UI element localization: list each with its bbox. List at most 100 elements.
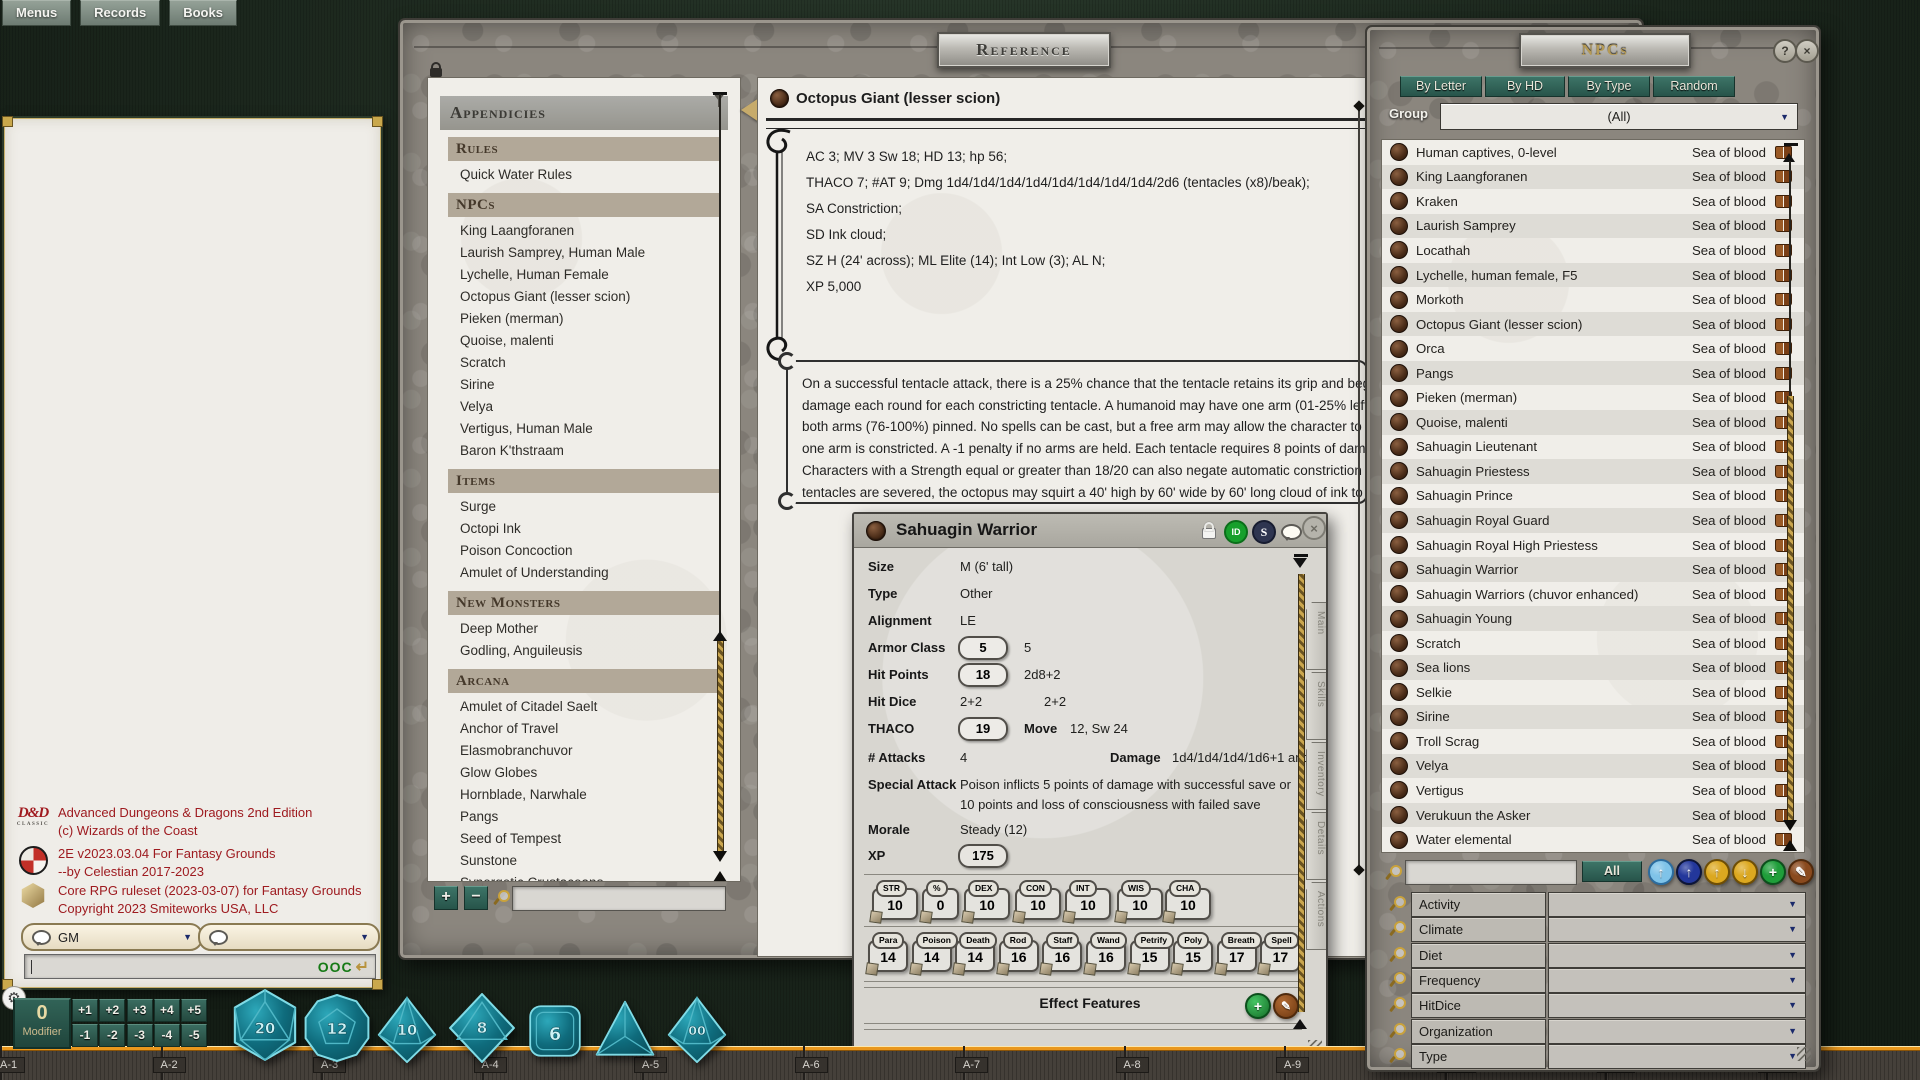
npc-list-row[interactable]: Sahuagin LieutenantSea of blood bbox=[1382, 435, 1804, 460]
sheet-tab-main[interactable]: Main bbox=[1306, 602, 1326, 670]
quick-mod-5[interactable]: +5 bbox=[181, 999, 207, 1022]
scroll-arrow-icon[interactable] bbox=[1353, 100, 1364, 111]
sheet-tab-skills[interactable]: Skills bbox=[1306, 672, 1326, 740]
share-badge[interactable]: S bbox=[1252, 520, 1276, 544]
sidebar-item-sirine[interactable]: Sirine bbox=[460, 374, 740, 396]
section-header-rules[interactable]: Rules bbox=[448, 137, 720, 161]
npc-list-row[interactable]: Sahuagin Warriors (chuvor enhanced)Sea o… bbox=[1382, 582, 1804, 607]
filter-dropdown-climate[interactable]: ▼ bbox=[1548, 917, 1806, 942]
npc-list-row[interactable]: Pieken (merman)Sea of blood bbox=[1382, 385, 1804, 410]
sheet-tab-actions[interactable]: Actions bbox=[1306, 882, 1326, 950]
sidebar-item-glow-globes[interactable]: Glow Globes bbox=[460, 762, 740, 784]
die-d100[interactable]: 00 bbox=[660, 996, 734, 1064]
close-icon[interactable]: × bbox=[1795, 39, 1819, 63]
chat-input[interactable]: OOC ↵ bbox=[24, 954, 376, 979]
sidebar-item-anchor-of-travel[interactable]: Anchor of Travel bbox=[460, 718, 740, 740]
save-box-petrify[interactable]: Petrify15 bbox=[1130, 940, 1170, 972]
close-icon[interactable]: × bbox=[1302, 516, 1326, 540]
sidebar-scrollbar[interactable] bbox=[719, 94, 721, 636]
zoom-out-button[interactable]: − bbox=[464, 886, 488, 910]
resize-grip[interactable] bbox=[1797, 1047, 1811, 1061]
language-dropdown[interactable]: ▼ bbox=[198, 923, 380, 951]
filter-dropdown-activity[interactable]: ▼ bbox=[1548, 892, 1806, 917]
sidebar-item-poison-concoction[interactable]: Poison Concoction bbox=[460, 540, 740, 562]
lock-icon[interactable] bbox=[430, 68, 442, 77]
ability-box-wis[interactable]: WIS10 bbox=[1117, 888, 1163, 920]
hit-points-box[interactable]: 18 bbox=[958, 663, 1008, 687]
id-badge[interactable]: ID bbox=[1224, 520, 1248, 544]
npc-list-row[interactable]: Sahuagin PriestessSea of blood bbox=[1382, 459, 1804, 484]
section-header-new-monsters[interactable]: New Monsters bbox=[448, 591, 720, 615]
die-d8[interactable]: 8 bbox=[446, 992, 518, 1064]
ability-box-int[interactable]: INT10 bbox=[1065, 888, 1111, 920]
section-header-npcs[interactable]: NPCs bbox=[448, 193, 720, 217]
armor-class-box[interactable]: 5 bbox=[958, 636, 1008, 660]
sidebar-item-baron-k-thstraam[interactable]: Baron K'thstraam bbox=[460, 440, 740, 462]
sidebar-item-octopus-giant-lesser-scion[interactable]: Octopus Giant (lesser scion) bbox=[460, 286, 740, 308]
sheet-tab-inventory[interactable]: Inventory bbox=[1306, 742, 1326, 810]
scroll-arrow-icon[interactable] bbox=[1353, 864, 1364, 875]
tab-by-type[interactable]: By Type bbox=[1568, 76, 1650, 97]
hotkey-slot-a-2[interactable]: A-2 bbox=[153, 1057, 186, 1073]
sidebar-item-surge[interactable]: Surge bbox=[460, 496, 740, 518]
npc-list-row[interactable]: PangsSea of blood bbox=[1382, 361, 1804, 386]
save-box-poly[interactable]: Poly15 bbox=[1173, 940, 1213, 972]
filter-dropdown-organization[interactable]: ▼ bbox=[1548, 1019, 1806, 1044]
ability-box-cha[interactable]: CHA10 bbox=[1165, 888, 1211, 920]
npc-list-row[interactable]: Sea lionsSea of blood bbox=[1382, 655, 1804, 680]
npc-list-row[interactable]: Sahuagin Royal High PriestessSea of bloo… bbox=[1382, 533, 1804, 558]
npc-list-row[interactable]: Sahuagin Royal GuardSea of blood bbox=[1382, 508, 1804, 533]
npc-list-row[interactable]: Lychelle, human female, F5Sea of blood bbox=[1382, 263, 1804, 288]
quick-mod-4[interactable]: +4 bbox=[154, 999, 180, 1022]
npc-list-row[interactable]: Water elementalSea of blood bbox=[1382, 827, 1804, 852]
sidebar-item-laurish-samprey-human-male[interactable]: Laurish Samprey, Human Male bbox=[460, 242, 740, 264]
tab-by-letter[interactable]: By Letter bbox=[1400, 76, 1482, 97]
npc-list-scroll-rope[interactable] bbox=[1787, 396, 1794, 820]
npc-list-row[interactable]: ScratchSea of blood bbox=[1382, 631, 1804, 656]
filter-dropdown-type[interactable]: ▼ bbox=[1548, 1044, 1806, 1069]
die-d12[interactable]: 12 bbox=[302, 992, 372, 1064]
hotkey-slot-a-6[interactable]: A-6 bbox=[795, 1057, 828, 1073]
die-d4[interactable] bbox=[592, 998, 658, 1062]
menu-button-menus[interactable]: Menus bbox=[2, 0, 71, 26]
npc-list-row[interactable]: SirineSea of blood bbox=[1382, 705, 1804, 730]
reference-search-input[interactable] bbox=[512, 886, 726, 911]
npc-list-row[interactable]: SelkieSea of blood bbox=[1382, 680, 1804, 705]
edit-icon[interactable]: ✎ bbox=[1788, 859, 1814, 885]
modifier-box[interactable]: 0 Modifier bbox=[13, 998, 71, 1049]
sidebar-item-quick-water-rules[interactable]: Quick Water Rules bbox=[460, 164, 740, 186]
sidebar-item-amulet-of-citadel-saelt[interactable]: Amulet of Citadel Saelt bbox=[460, 696, 740, 718]
scroll-arrow-icon[interactable] bbox=[1293, 558, 1307, 575]
filter-dropdown-diet[interactable]: ▼ bbox=[1548, 943, 1806, 968]
sidebar-item-amulet-of-understanding[interactable]: Amulet of Understanding bbox=[460, 562, 740, 584]
sidebar-item-octopi-ink[interactable]: Octopi Ink bbox=[460, 518, 740, 540]
ability-box-con[interactable]: CON10 bbox=[1015, 888, 1061, 920]
section-header-items[interactable]: Items bbox=[448, 469, 720, 493]
group-dropdown[interactable]: (All) ▼ bbox=[1440, 103, 1798, 130]
npc-list-row[interactable]: Sahuagin PrinceSea of blood bbox=[1382, 484, 1804, 509]
npc-list-row[interactable]: Sahuagin YoungSea of blood bbox=[1382, 606, 1804, 631]
chat-bubble-icon[interactable] bbox=[1281, 524, 1302, 540]
section-header-arcana[interactable]: Arcana bbox=[448, 669, 720, 693]
hotkey-slot-a-8[interactable]: A-8 bbox=[1116, 1057, 1149, 1073]
save-box-death[interactable]: Death14 bbox=[955, 940, 995, 972]
npc-list-row[interactable]: Troll ScragSea of blood bbox=[1382, 729, 1804, 754]
npc-list-row[interactable]: LocathahSea of blood bbox=[1382, 238, 1804, 263]
quick-mod-4[interactable]: -4 bbox=[154, 1024, 180, 1047]
speaker-dropdown[interactable]: GM ▼ bbox=[21, 923, 203, 951]
lock-icon[interactable] bbox=[1202, 528, 1216, 539]
npc-list-row[interactable]: MorkothSea of blood bbox=[1382, 287, 1804, 312]
xp-box[interactable]: 175 bbox=[958, 844, 1008, 868]
npc-list-row[interactable]: Octopus Giant (lesser scion)Sea of blood bbox=[1382, 312, 1804, 337]
tab-random[interactable]: Random bbox=[1653, 76, 1735, 97]
zoom-in-button[interactable]: + bbox=[434, 886, 458, 910]
scroll-up-arrow-icon[interactable] bbox=[1783, 147, 1795, 162]
ability-box-dex[interactable]: DEX10 bbox=[964, 888, 1010, 920]
npc-window-title[interactable]: NPCs bbox=[1519, 33, 1691, 68]
menu-button-books[interactable]: Books bbox=[169, 0, 237, 26]
help-button[interactable]: ? bbox=[1773, 39, 1797, 63]
sidebar-item-deep-mother[interactable]: Deep Mother bbox=[460, 618, 740, 640]
shuffle-up-icon[interactable]: ↑ bbox=[1704, 859, 1730, 885]
sidebar-item-pieken-merman[interactable]: Pieken (merman) bbox=[460, 308, 740, 330]
die-d20[interactable]: 20 bbox=[228, 986, 302, 1064]
